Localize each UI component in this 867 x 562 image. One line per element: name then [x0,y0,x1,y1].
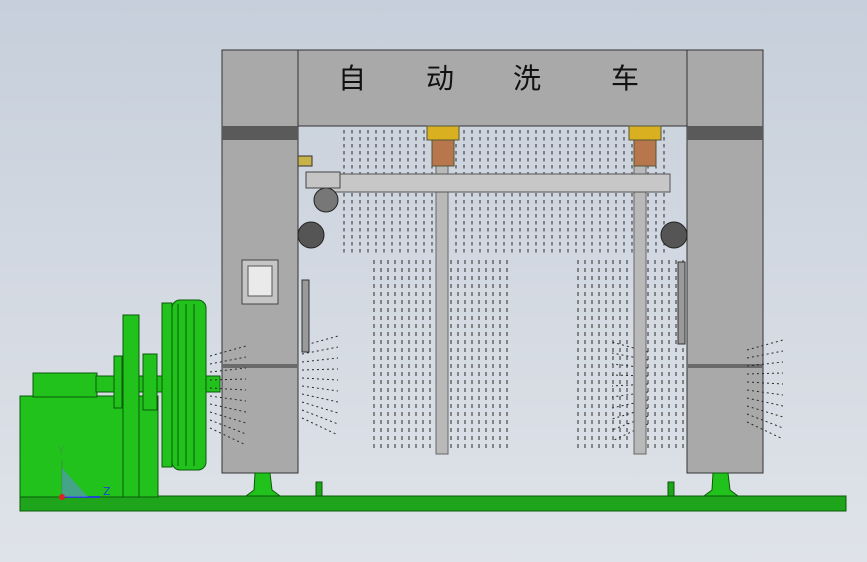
roller-motor [305,171,341,189]
left-foot [244,472,282,497]
right-brush-rod [633,163,647,455]
drive-motor-assembly [19,314,168,498]
rail-stop [667,481,675,497]
bristle [301,401,339,414]
bristle [301,368,339,371]
right-pillar [686,49,764,474]
left-bearing-mount [426,125,460,167]
banner-char-3: 洗 [513,62,542,95]
bristle [301,385,339,392]
left-brush-rod [435,163,449,455]
bristle [301,357,339,363]
axis-y-label: Y [58,444,65,457]
bristle [301,393,339,403]
banner-char-2: 动 [426,62,455,95]
right-bearing-mount [628,125,662,167]
bristle [301,377,339,381]
right-lower-wheel [660,221,688,249]
left-lower-wheel [297,221,325,249]
banner-char-1: 自 [338,62,367,95]
left-top-wheel [313,187,339,213]
banner-char-4: 车 [611,62,640,95]
right-foot [702,472,740,497]
horizontal-brush-roller [329,173,671,193]
base-rail [19,495,847,512]
rail-stop [315,481,323,497]
left-cylinder [301,279,310,353]
bristle [301,409,339,425]
left-pillar [221,49,299,474]
hose-reel [161,299,221,471]
right-cylinder [677,261,686,345]
axis-z-label: Z [103,485,111,498]
bristle [301,417,339,436]
sensor-box [297,155,313,167]
